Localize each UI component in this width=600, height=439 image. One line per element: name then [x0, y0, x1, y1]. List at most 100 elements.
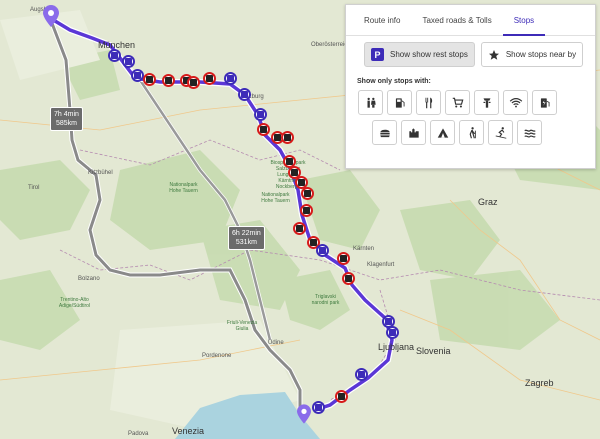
parking-icon [314, 403, 322, 411]
place-ljubljana: Ljubljana [378, 342, 415, 352]
rest-stop-marker[interactable] [223, 71, 237, 85]
fuel-icon [285, 157, 293, 165]
rest-stop-marker[interactable] [237, 87, 251, 101]
show-nearby-stops-button[interactable]: Show stops near by [480, 42, 584, 67]
parking-icon [110, 51, 118, 59]
fuel-icon [189, 78, 197, 86]
filter-skiing-button[interactable] [488, 120, 513, 145]
filter-castle-button[interactable] [401, 120, 426, 145]
place-friuli: Friuli-Venezia Giulia [226, 320, 258, 332]
filter-ev-charging-button[interactable] [532, 90, 557, 115]
fuel-icon [344, 274, 352, 282]
fuel-icon [164, 76, 172, 84]
fuel-icon [273, 133, 281, 141]
fuel-icon [395, 97, 405, 108]
restaurant-icon [425, 97, 432, 108]
parking-icon [124, 57, 132, 65]
filter-hiking-button[interactable] [459, 120, 484, 145]
rest-stop-marker[interactable] [315, 243, 329, 257]
route-distance: 585km [55, 120, 77, 127]
route-panel: Route info Taxed roads & Tolls Stops P S… [345, 4, 596, 169]
place-slovenia: Slovenia [416, 346, 451, 356]
food-icon [379, 129, 390, 137]
fuel-stop-marker[interactable] [280, 130, 294, 144]
fuel-icon [205, 74, 213, 82]
fuel-icon [303, 189, 311, 197]
show-nearby-stops-label: Show stops near by [505, 50, 577, 59]
filter-shop-button[interactable] [445, 90, 470, 115]
castle-icon [408, 127, 419, 138]
place-trentino: Trentino-Alto Adige/Südtirol [58, 297, 91, 309]
fuel-icon [290, 168, 298, 176]
tab-stops[interactable]: Stops [502, 5, 546, 36]
route-label-primary[interactable]: 7h 4min 585km [50, 107, 83, 131]
fuel-stop-marker[interactable] [341, 271, 355, 285]
rest-stop-marker[interactable] [311, 400, 325, 414]
tab-taxed-roads[interactable]: Taxed roads & Tolls [411, 5, 502, 35]
place-pordenone: Pordenone [202, 353, 232, 359]
camping-icon [437, 127, 448, 138]
filter-restaurant-button[interactable] [416, 90, 441, 115]
filter-row-2 [346, 115, 595, 145]
place-np-triglav: Triglavski narodni park [311, 294, 340, 306]
fuel-icon [145, 75, 153, 83]
place-venezia: Venezia [172, 426, 205, 436]
route-time: 7h 4min [54, 111, 79, 118]
filter-restroom-button[interactable] [358, 90, 383, 115]
place-karnten: Kärnten [353, 246, 375, 252]
shower-icon [483, 97, 490, 108]
show-rest-stops-button[interactable]: P Show show rest stops [364, 42, 475, 67]
fuel-icon [295, 224, 303, 232]
fuel-stop-marker[interactable] [256, 122, 270, 136]
parking-icon [384, 317, 392, 325]
place-padova: Padova [128, 431, 149, 437]
place-udine: Udine [268, 340, 284, 346]
rest-stop-marker[interactable] [121, 54, 135, 68]
fuel-stop-marker[interactable] [292, 221, 306, 235]
filter-wifi-button[interactable] [503, 90, 528, 115]
route-distance: 531km [235, 239, 257, 246]
fuel-stop-marker[interactable] [336, 251, 350, 265]
fuel-stop-marker[interactable] [334, 389, 348, 403]
parking-icon [357, 370, 365, 378]
filter-water-button[interactable] [517, 120, 542, 145]
destination-pin-icon[interactable] [297, 404, 311, 424]
ev-charging-icon [540, 97, 550, 108]
place-graz: Graz [478, 197, 498, 207]
filter-fuel-button[interactable] [387, 90, 412, 115]
fuel-stop-marker[interactable] [202, 71, 216, 85]
fuel-icon [309, 238, 317, 246]
fuel-stop-marker[interactable] [299, 203, 313, 217]
place-tirol: Tirol [28, 185, 40, 191]
route-label-alternate[interactable]: 6h 22min 531km [228, 226, 265, 250]
show-rest-stops-label: Show show rest stops [390, 50, 468, 59]
filter-shower-button[interactable] [474, 90, 499, 115]
start-pin-icon[interactable] [43, 5, 59, 27]
fuel-stop-marker[interactable] [142, 72, 156, 86]
fuel-icon [259, 125, 267, 133]
toggle-row: P Show show rest stops Show stops near b… [346, 36, 595, 67]
fuel-icon [302, 206, 310, 214]
parking-icon [256, 110, 264, 118]
rest-stop-marker[interactable] [130, 68, 144, 82]
water-icon [523, 129, 536, 138]
fuel-stop-marker[interactable] [300, 186, 314, 200]
rest-stop-marker[interactable] [107, 48, 121, 62]
fuel-icon [337, 392, 345, 400]
panel-tabs: Route info Taxed roads & Tolls Stops [346, 5, 595, 36]
rest-stop-marker[interactable] [253, 107, 267, 121]
star-icon [488, 49, 499, 60]
parking-icon: P [371, 48, 384, 61]
filter-camping-button[interactable] [430, 120, 455, 145]
filter-food-button[interactable] [372, 120, 397, 145]
hiking-icon [469, 126, 476, 138]
place-klagenfurt: Klagenfurt [367, 262, 395, 268]
restroom-icon [367, 97, 376, 108]
fuel-stop-marker[interactable] [186, 75, 200, 89]
rest-stop-marker[interactable] [354, 367, 368, 381]
parking-icon [388, 328, 396, 336]
fuel-stop-marker[interactable] [161, 73, 175, 87]
rest-stop-marker[interactable] [385, 325, 399, 339]
filter-row-1 [346, 85, 595, 115]
tab-route-info[interactable]: Route info [346, 5, 411, 35]
